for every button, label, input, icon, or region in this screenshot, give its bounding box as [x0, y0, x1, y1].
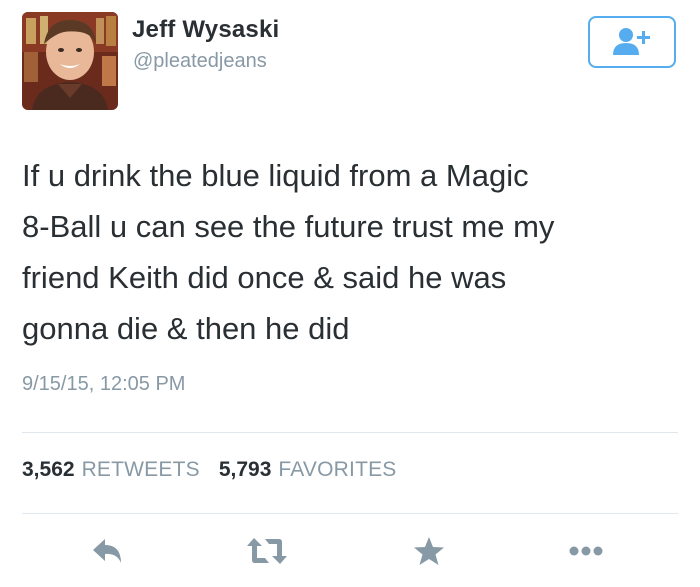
retweet-button[interactable] — [244, 534, 290, 568]
retweet-icon — [247, 538, 287, 564]
retweets-label[interactable]: RETWEETS — [82, 458, 200, 482]
display-name[interactable]: Jeff Wysaski — [132, 16, 279, 44]
reply-icon — [93, 539, 121, 563]
avatar-photo — [22, 12, 118, 110]
star-icon — [414, 537, 444, 565]
add-user-icon — [613, 28, 650, 55]
follow-button[interactable] — [588, 16, 676, 68]
avatar[interactable] — [22, 12, 118, 110]
favorites-label[interactable]: FAVORITES — [278, 458, 396, 482]
favorites-count[interactable]: 5,793 — [219, 458, 272, 482]
tweet-text: If u drink the blue liquid from a Magic … — [22, 158, 555, 346]
more-button[interactable] — [568, 534, 604, 568]
divider — [22, 513, 678, 514]
more-icon — [569, 546, 603, 556]
favorite-button[interactable] — [412, 534, 446, 568]
user-handle[interactable]: @pleatedjeans — [133, 50, 267, 73]
tweet-stats: 3,562 RETWEETS 5,793 FAVORITES — [22, 458, 397, 482]
tweet-timestamp[interactable]: 9/15/15, 12:05 PM — [22, 373, 185, 396]
retweets-count[interactable]: 3,562 — [22, 458, 75, 482]
tweet-card: Jeff Wysaski @pleatedjeans If u drink th… — [0, 0, 700, 587]
reply-button[interactable] — [90, 534, 126, 568]
divider — [22, 432, 678, 433]
